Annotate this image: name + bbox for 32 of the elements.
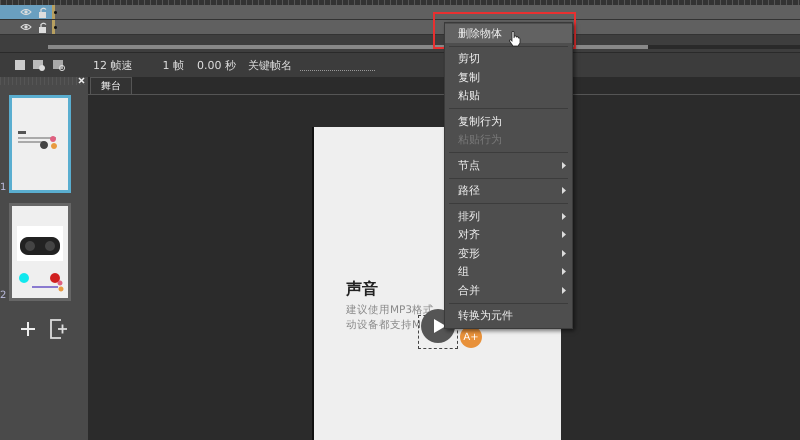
menu-item[interactable]: 转换为元件 — [445, 306, 572, 325]
close-icon[interactable] — [78, 77, 85, 84]
slide-number: 2 — [0, 290, 8, 301]
sound-title: 声音 — [346, 279, 378, 300]
menu-item[interactable]: 排列 — [445, 207, 572, 226]
menu-item[interactable]: 删除物体 — [445, 24, 572, 42]
lock-icon[interactable] — [38, 22, 48, 32]
slide-number: 1 — [0, 182, 8, 193]
frame-rate-label: 12 帧速 — [93, 58, 132, 72]
menu-item[interactable]: 复制 — [445, 68, 572, 86]
eye-icon[interactable] — [20, 23, 32, 31]
menu-item[interactable]: 对齐 — [445, 226, 572, 244]
add-icon[interactable] — [20, 321, 36, 337]
stage-tab[interactable]: 舞台 — [90, 77, 132, 94]
time-label: 0.00 秒 — [197, 58, 236, 72]
timeline-layer[interactable] — [0, 5, 800, 20]
menu-item[interactable]: 合并 — [445, 281, 572, 300]
remove-frame-icon[interactable] — [53, 60, 65, 70]
frame-number-label: 1 帧 — [162, 58, 184, 72]
menu-item[interactable]: 变形 — [445, 244, 572, 262]
menu-item[interactable]: 路径 — [445, 182, 572, 200]
keyframe-marker[interactable] — [54, 26, 57, 29]
menu-item[interactable]: 组 — [445, 262, 572, 281]
add-frame-icon[interactable] — [33, 60, 45, 70]
keyframe-marker[interactable] — [54, 11, 57, 14]
insert-slide-icon[interactable] — [50, 319, 68, 339]
menu-item[interactable]: 粘贴 — [445, 86, 572, 105]
keyframe-name-label: 关键帧名 — [248, 58, 292, 72]
hand-cursor-icon — [509, 31, 521, 47]
menu-item[interactable]: 节点 — [445, 156, 572, 174]
menu-item[interactable]: 复制行为 — [445, 112, 572, 130]
menu-item[interactable]: 剪切 — [445, 50, 572, 68]
